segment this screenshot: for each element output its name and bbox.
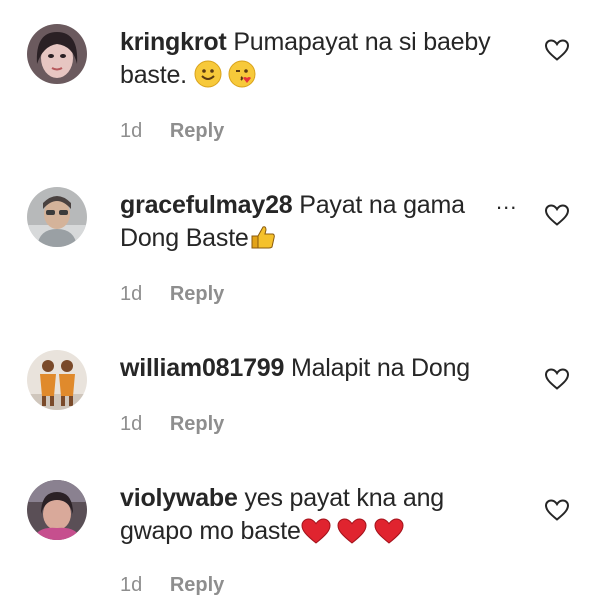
reply-button[interactable]: Reply <box>170 574 224 596</box>
comment-body: yes payat kna ang <box>244 484 444 512</box>
comment-body: Pumapayat na si baeby <box>233 28 491 56</box>
comment-username[interactable]: violywabe <box>120 484 238 512</box>
comment-text: william081799 Malapit na Dong <box>120 352 520 385</box>
comment-username[interactable]: kringkrot <box>120 28 227 56</box>
comment-body-line2: gwapo mo baste <box>120 517 301 545</box>
comment-timestamp: 1d <box>120 283 143 305</box>
red-heart-emoji <box>301 518 331 553</box>
reply-button[interactable]: Reply <box>170 413 224 435</box>
comment-meta: 1d Reply <box>120 574 224 597</box>
comment-timestamp: 1d <box>120 574 143 596</box>
comment-meta: 1d Reply <box>120 283 224 306</box>
face-blowing-kiss-emoji <box>228 60 256 97</box>
like-heart-icon[interactable] <box>544 203 570 227</box>
comment-meta: 1d Reply <box>120 413 224 436</box>
like-heart-icon[interactable] <box>544 367 570 391</box>
red-heart-emoji <box>337 518 367 553</box>
like-heart-icon[interactable] <box>544 498 570 522</box>
avatar[interactable] <box>27 350 87 410</box>
comment-body-line2: baste. <box>120 61 187 89</box>
comment-text: kringkrot Pumapayat na si baeby baste. <box>120 26 520 97</box>
reply-button[interactable]: Reply <box>170 120 224 142</box>
avatar[interactable] <box>27 480 87 540</box>
comment-text: violywabe yes payat kna ang gwapo mo bas… <box>120 482 520 553</box>
thumbs-up-emoji <box>249 223 277 260</box>
comment-timestamp: 1d <box>120 120 143 142</box>
comment-body: Payat na gama <box>299 191 465 219</box>
like-heart-icon[interactable] <box>544 38 570 62</box>
comment-timestamp: 1d <box>120 413 143 435</box>
comment-body: Malapit na Dong <box>290 354 470 382</box>
avatar[interactable] <box>27 187 87 247</box>
comment-text: gracefulmay28 Payat na gama Dong Baste <box>120 189 492 260</box>
comment-body-line2: Dong Baste <box>120 224 249 252</box>
comment-username[interactable]: william081799 <box>120 354 284 382</box>
red-heart-emoji <box>374 518 404 553</box>
avatar[interactable] <box>27 24 87 84</box>
comment-meta: 1d Reply <box>120 120 224 143</box>
more-options-button[interactable]: ... <box>476 189 518 215</box>
slightly-smiling-face-emoji <box>194 60 222 97</box>
comment-username[interactable]: gracefulmay28 <box>120 191 293 219</box>
reply-button[interactable]: Reply <box>170 283 224 305</box>
